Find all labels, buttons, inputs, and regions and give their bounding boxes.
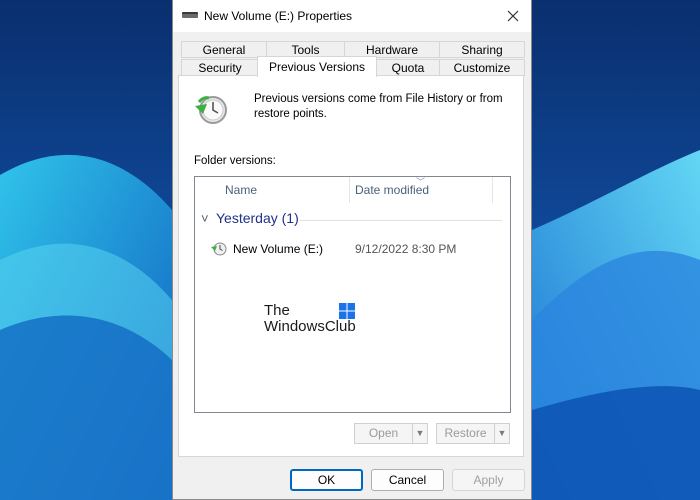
restore-split-button[interactable]: Restore ▼ [436,423,510,444]
watermark-line2: WindowsClub [264,318,356,335]
windows-logo-icon [339,303,355,319]
tab-sharing[interactable]: Sharing [439,41,525,58]
column-separator[interactable] [349,177,350,203]
column-header-name[interactable]: Name [225,177,257,203]
tab-customize[interactable]: Customize [439,59,525,76]
tab-quota[interactable]: Quota [376,59,440,76]
chevron-down-icon[interactable]: ▼ [495,424,509,443]
open-button-label: Open [368,426,399,440]
group-header-yesterday[interactable]: Yesterday (1) [216,210,299,226]
previous-versions-icon [195,96,227,124]
drive-icon [182,12,198,18]
description-text: Previous versions come from File History… [254,93,503,120]
tab-previous-versions[interactable]: Previous Versions [257,56,377,77]
version-date-modified: 9/12/2022 8:30 PM [355,242,457,256]
window-title: New Volume (E:) Properties [204,9,353,23]
version-name: New Volume (E:) [233,242,324,256]
previous-versions-panel: Previous versions come from File History… [178,75,524,457]
chevron-down-icon[interactable]: ▼ [413,424,427,443]
cancel-button[interactable]: Cancel [371,469,444,491]
watermark: The WindowsClub [264,303,356,335]
previous-version-icon [211,242,227,256]
ok-button[interactable]: OK [290,469,363,491]
restore-button-label: Restore [444,426,487,440]
chevron-down-icon[interactable]: ˅ [201,211,209,226]
group-divider [300,220,502,221]
tab-general[interactable]: General [181,41,267,58]
column-separator[interactable] [492,177,493,203]
open-split-button[interactable]: Open ▼ [354,423,428,444]
folder-versions-label: Folder versions: [194,155,276,167]
tab-security[interactable]: Security [181,59,259,76]
list-item[interactable]: New Volume (E:) 9/12/2022 8:30 PM [211,239,501,259]
title-bar[interactable]: New Volume (E:) Properties [173,0,531,32]
properties-dialog: New Volume (E:) Properties General Tools… [172,0,532,500]
folder-versions-list[interactable]: Name ﹀ Date modified ˅ Yesterday (1) New… [194,176,511,413]
apply-button[interactable]: Apply [452,469,525,491]
column-header-date-modified[interactable]: Date modified [355,177,429,203]
close-button[interactable] [503,6,523,26]
close-icon [507,10,519,22]
